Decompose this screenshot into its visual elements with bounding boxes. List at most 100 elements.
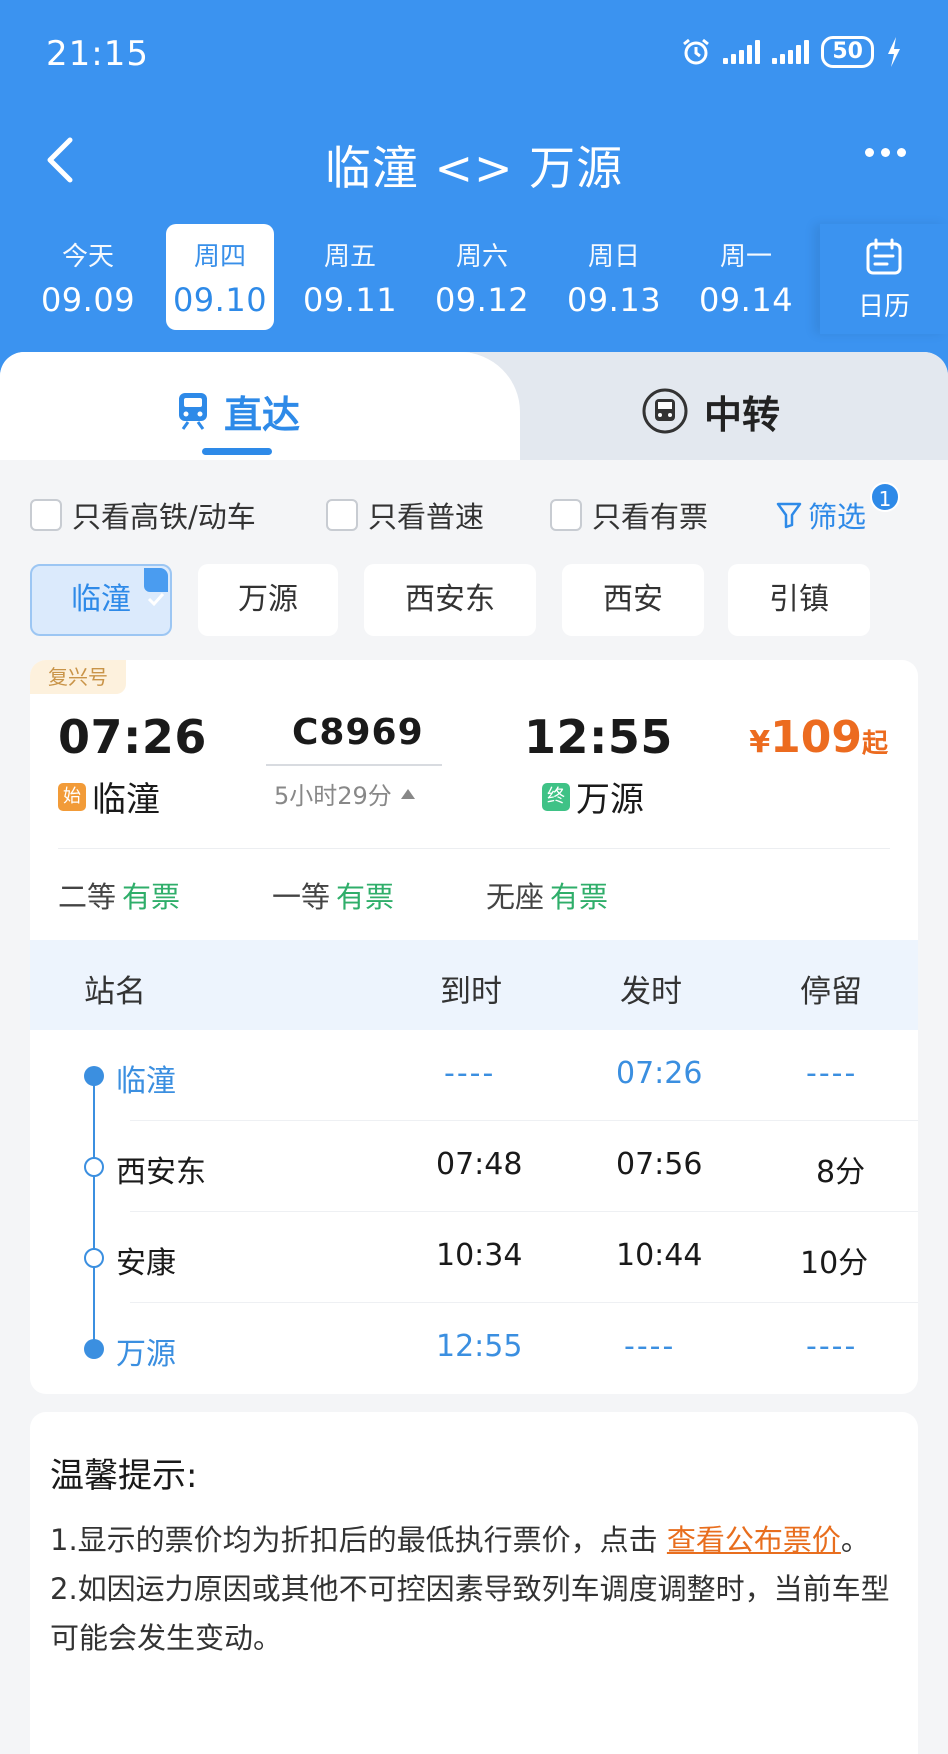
more-icon[interactable] bbox=[865, 148, 906, 157]
checkbox-box[interactable] bbox=[30, 499, 62, 531]
date-item[interactable]: 周六 09.12 bbox=[428, 224, 536, 330]
tab-direct[interactable]: 直达 bbox=[176, 386, 301, 437]
stop-arrive: 10:34 bbox=[436, 1238, 523, 1273]
calendar-button[interactable]: 日历 bbox=[820, 224, 948, 334]
duration-line bbox=[266, 764, 442, 766]
stop-dot bbox=[84, 1157, 104, 1177]
seat-type: 无座 bbox=[486, 880, 545, 914]
check-icon bbox=[144, 568, 168, 607]
published-price-link[interactable]: 查看公布票价 bbox=[667, 1523, 841, 1557]
station-chip[interactable]: 西安东 bbox=[364, 564, 536, 636]
stop-stay: 10分 bbox=[800, 1246, 869, 1281]
price: ¥ 109 起 bbox=[749, 712, 888, 763]
filter-icon bbox=[776, 502, 802, 529]
divider bbox=[58, 848, 890, 849]
station-chip[interactable]: 西安 bbox=[562, 564, 704, 636]
stops-table: 临潼 ---- 07:26 ---- 西安东 07:48 07:56 8分 安康… bbox=[30, 1030, 918, 1394]
triangle-up-icon bbox=[400, 788, 415, 799]
date-value: 09.11 bbox=[302, 281, 398, 319]
tab-indicator bbox=[202, 448, 272, 455]
tips-section: 温馨提示: 1.显示的票价均为折扣后的最低执行票价，点击 查看公布票价。 2.如… bbox=[30, 1412, 918, 1754]
stop-depart: ---- bbox=[624, 1329, 676, 1364]
date-item[interactable]: 周五 09.11 bbox=[296, 224, 404, 330]
header-depart: 发时 bbox=[620, 974, 682, 1010]
station-chip-label: 西安 bbox=[603, 582, 663, 617]
seat-type: 一等 bbox=[272, 880, 331, 914]
station-chip[interactable]: 万源 bbox=[198, 564, 338, 636]
seat-second-class: 二等 有票 bbox=[58, 874, 180, 916]
stop-dot bbox=[84, 1248, 104, 1268]
stops-table-header: 站名 到时 发时 停留 bbox=[30, 940, 918, 1030]
date-selector: 今天 09.09 周四 09.10 周五 09.11 周六 09.12 周日 0… bbox=[0, 220, 948, 334]
stop-station: 万源 bbox=[116, 1337, 176, 1372]
tab-direct-label: 直达 bbox=[224, 392, 301, 437]
train-type-tag: 复兴号 bbox=[30, 660, 126, 694]
seat-status: 有票 bbox=[550, 880, 609, 914]
checkbox-box[interactable] bbox=[550, 499, 582, 531]
date-item[interactable]: 周一 09.14 bbox=[692, 224, 800, 330]
checkbox-high-speed[interactable]: 只看高铁/动车 bbox=[30, 494, 256, 536]
stop-dot bbox=[84, 1339, 104, 1359]
checkbox-label: 只看有票 bbox=[592, 500, 709, 534]
station-chip-label: 西安东 bbox=[405, 582, 495, 617]
stop-arrive: ---- bbox=[444, 1056, 496, 1091]
seat-no-seat: 无座 有票 bbox=[486, 874, 608, 916]
stop-arrive: 12:55 bbox=[436, 1329, 523, 1364]
table-row: 安康 10:34 10:44 10分 bbox=[30, 1212, 918, 1303]
train-card[interactable]: 复兴号 07:26 C8969 5小时29分 12:55 ¥ 109 起 始 临… bbox=[30, 660, 918, 1394]
stop-station: 西安东 bbox=[116, 1155, 206, 1190]
station-chip-selected[interactable]: 临潼 bbox=[30, 564, 172, 636]
checkbox-available[interactable]: 只看有票 bbox=[550, 494, 708, 536]
header-stay: 停留 bbox=[800, 974, 862, 1010]
table-row: 西安东 07:48 07:56 8分 bbox=[30, 1121, 918, 1212]
departure-station: 始 临潼 bbox=[58, 772, 160, 821]
checkbox-normal-speed[interactable]: 只看普速 bbox=[326, 494, 484, 536]
tab-transfer[interactable]: 中转 bbox=[640, 386, 780, 437]
filter-button[interactable]: 筛选 bbox=[776, 494, 866, 536]
seat-first-class: 一等 有票 bbox=[272, 874, 394, 916]
stop-stay: 8分 bbox=[816, 1155, 866, 1190]
station-chip-label: 万源 bbox=[238, 582, 298, 617]
tips-title: 温馨提示: bbox=[50, 1456, 198, 1496]
signal-icon bbox=[723, 40, 761, 64]
checkbox-label: 只看普速 bbox=[368, 500, 485, 534]
date-weekday: 周五 bbox=[323, 242, 376, 272]
alarm-icon bbox=[683, 38, 710, 65]
table-row: 临潼 ---- 07:26 ---- bbox=[30, 1030, 918, 1121]
duration-text: 5小时29分 bbox=[274, 782, 392, 810]
tips-line1-end: 。 bbox=[840, 1523, 870, 1557]
arrival-station: 终 万源 bbox=[542, 772, 644, 821]
stop-arrive: 07:48 bbox=[436, 1147, 523, 1182]
train-icon bbox=[179, 393, 207, 430]
price-symbol: ¥ bbox=[749, 725, 771, 760]
stop-station: 安康 bbox=[116, 1246, 176, 1281]
stop-depart: 07:56 bbox=[616, 1147, 703, 1182]
date-item-selected[interactable]: 周四 09.10 bbox=[166, 224, 274, 330]
station-chip[interactable]: 引镇 bbox=[728, 564, 870, 636]
date-weekday: 周日 bbox=[587, 242, 640, 272]
arrival-time: 12:55 bbox=[524, 710, 673, 764]
page-title: 临潼 <> 万源 bbox=[324, 141, 624, 195]
battery-indicator: 50 bbox=[821, 36, 874, 68]
price-value: 109 bbox=[770, 712, 862, 763]
calendar-icon bbox=[866, 238, 902, 275]
duration-toggle[interactable]: 5小时29分 bbox=[274, 776, 416, 811]
filter-label: 筛选 bbox=[808, 500, 867, 534]
checkbox-box[interactable] bbox=[326, 499, 358, 531]
station-chip-label: 临潼 bbox=[71, 582, 131, 617]
departure-station-name: 临潼 bbox=[92, 780, 160, 820]
date-weekday: 周一 bbox=[719, 242, 772, 272]
date-item[interactable]: 周日 09.13 bbox=[560, 224, 668, 330]
status-bar: 21:15 50 bbox=[0, 0, 948, 110]
tips-line2: 2.如因运力原因或其他不可控因素导致列车调度调整时，当前车型可能会发生变动。 bbox=[50, 1572, 890, 1655]
arrival-station-name: 万源 bbox=[576, 780, 644, 820]
date-item-today[interactable]: 今天 09.09 bbox=[34, 224, 142, 330]
departure-time: 07:26 bbox=[58, 710, 207, 764]
date-weekday: 周六 bbox=[455, 242, 508, 272]
date-value: 09.13 bbox=[566, 281, 662, 319]
tips-line1: 1.显示的票价均为折扣后的最低执行票价，点击 bbox=[50, 1523, 667, 1557]
start-mark: 始 bbox=[58, 782, 86, 811]
stop-stay: ---- bbox=[806, 1056, 858, 1091]
end-mark: 终 bbox=[542, 782, 570, 811]
nav-bar: 临潼 <> 万源 bbox=[0, 110, 948, 210]
